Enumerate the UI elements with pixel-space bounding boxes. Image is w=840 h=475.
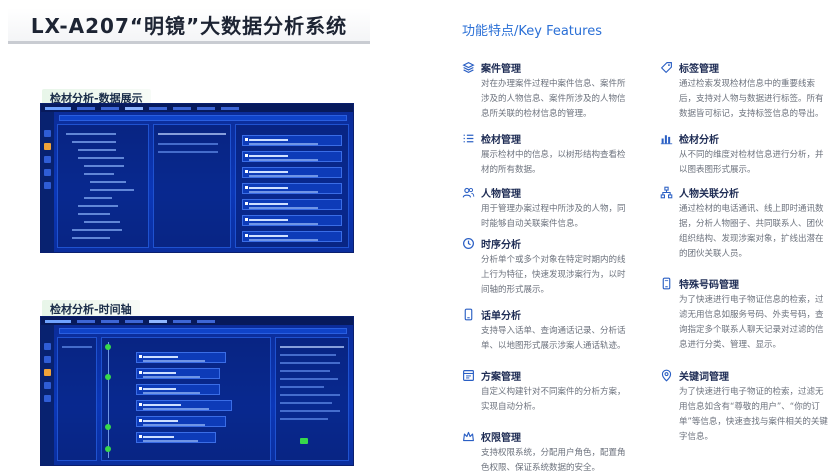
app-tab	[125, 106, 143, 110]
sidebar-icon	[44, 382, 51, 389]
feature-tag-management: 标签管理 通过检索发现检材信息中的重要线索后，支持对人物与数据进行标签。所有数据…	[660, 60, 828, 122]
feature-case-management: 案件管理 对在办理案件过程中案件信息、案件所涉及的人物信息、案件所涉及的人物信息…	[462, 60, 630, 122]
special-number-icon	[660, 277, 673, 290]
feature-timeline-analysis: 时序分析 分析单个或多个对象在特定时期内的线上行为特征，快速发现涉案行为，以时间…	[462, 236, 630, 298]
sidebar-icon	[44, 130, 51, 137]
clock-icon	[462, 237, 475, 250]
list-panel	[57, 337, 97, 461]
detail-panel	[275, 337, 349, 461]
app-sidebar	[41, 112, 54, 252]
tree-panel	[57, 124, 149, 248]
feature-name: 关键词管理	[679, 371, 729, 383]
feature-desc: 为了快速进行电子物证信息的检索，过滤无用信息如服务号码、外卖号码，查询指定多个联…	[679, 295, 824, 350]
app-tab	[173, 319, 191, 323]
app-tab	[101, 106, 119, 110]
feature-name: 方案管理	[481, 371, 521, 383]
app-path-bar	[59, 328, 347, 334]
sidebar-icon	[44, 169, 51, 176]
sidebar-icon	[44, 369, 51, 376]
app-sidebar	[41, 325, 54, 465]
timeline-panel	[101, 337, 271, 461]
app-tab	[221, 106, 239, 110]
app-path-bar	[59, 115, 347, 121]
feature-desc: 为了快速进行电子物证的检索，过滤无用信息如含有“尊敬的用户”、“你的订单”等信息…	[679, 387, 828, 442]
feature-name: 权限管理	[481, 432, 521, 444]
feature-desc: 对在办理案件过程中案件信息、案件所涉及的人物信息、案件所涉及的人物信息所关联的检…	[481, 79, 626, 119]
phone-icon	[462, 308, 475, 321]
feature-relation-analysis: 人物关联分析 通过检材的电话通讯、线上即时通讯数据，分析人物圈子、共同联系人、团…	[660, 185, 828, 262]
plan-icon	[462, 369, 475, 382]
screenshot-timeline	[40, 316, 354, 466]
feature-name: 特殊号码管理	[679, 279, 739, 291]
feature-desc: 支持权限系统，分配用户角色，配置角色权限、保证系统数据的安全。	[481, 448, 626, 473]
detail-panel	[235, 124, 349, 248]
feature-desc: 支持导入话单、查询通话记录、分析话单、以地图形式展示涉案人通话轨迹。	[481, 326, 626, 351]
layers-icon	[462, 61, 475, 74]
app-tab	[125, 319, 143, 323]
app-topbar	[41, 104, 353, 112]
feature-desc: 自定义构建针对不同案件的分析方案，实现自动分析。	[481, 387, 626, 412]
feature-name: 话单分析	[481, 310, 521, 322]
feature-name: 案件管理	[481, 63, 521, 75]
table-panel	[153, 124, 231, 248]
page-title: LX-A207“明镜”大数据分析系统	[30, 14, 348, 38]
app-tab	[149, 319, 167, 323]
app-tab	[101, 319, 119, 323]
app-tab	[197, 319, 215, 323]
feature-keyword-management: 关键词管理 为了快速进行电子物证的检索，过滤无用信息如含有“尊敬的用户”、“你的…	[660, 368, 828, 445]
sidebar-icon	[44, 343, 51, 350]
feature-desc: 从不同的维度对检材信息进行分析，并以图表图形式展示。	[679, 150, 824, 175]
network-icon	[660, 186, 673, 199]
app-tab	[197, 106, 215, 110]
feature-name: 人物关联分析	[679, 188, 739, 200]
sidebar-icon	[44, 143, 51, 150]
feature-special-number-management: 特殊号码管理 为了快速进行电子物证信息的检索，过滤无用信息如服务号码、外卖号码，…	[660, 276, 828, 353]
app-tab	[149, 106, 167, 110]
feature-name: 检材分析	[679, 134, 719, 146]
feature-desc: 用于管理办案过程中所涉及的人物，同时能够自动关联案件信息。	[481, 204, 626, 229]
feature-name: 检材管理	[481, 134, 521, 146]
sidebar-icon	[44, 356, 51, 363]
feature-material-management: 检材管理 展示检材中的信息，以树形结构查看检材的所有数据。	[462, 131, 630, 178]
list-icon	[462, 132, 475, 145]
feature-name: 标签管理	[679, 63, 719, 75]
screenshot-data-display	[40, 103, 354, 253]
feature-call-record-analysis: 话单分析 支持导入话单、查询通话记录、分析话单、以地图形式展示涉案人通话轨迹。	[462, 307, 630, 354]
feature-desc: 分析单个或多个对象在特定时期内的线上行为特征，快速发现涉案行为，以时间轴的形式展…	[481, 255, 626, 295]
feature-desc: 展示检材中的信息，以树形结构查看检材的所有数据。	[481, 150, 626, 175]
app-logo	[45, 319, 71, 323]
feature-name: 时序分析	[481, 239, 521, 251]
bar-chart-icon	[660, 132, 673, 145]
keyword-icon	[660, 369, 673, 382]
features-title: 功能特点/Key Features	[462, 24, 602, 39]
sidebar-icon	[44, 395, 51, 402]
feature-person-management: 人物管理 用于管理办案过程中所涉及的人物，同时能够自动关联案件信息。	[462, 185, 630, 232]
feature-desc: 通过检材的电话通讯、线上即时通讯数据，分析人物圈子、共同联系人、团伙组织结构、发…	[679, 204, 824, 259]
feature-permission-management: 权限管理 支持权限系统，分配用户角色，配置角色权限、保证系统数据的安全。	[462, 429, 630, 475]
app-tab	[173, 106, 191, 110]
feature-plan-management: 方案管理 自定义构建针对不同案件的分析方案，实现自动分析。	[462, 368, 630, 415]
people-icon	[462, 186, 475, 199]
tag-icon	[660, 61, 673, 74]
sidebar-icon	[44, 156, 51, 163]
app-topbar	[41, 317, 353, 325]
app-logo	[45, 106, 71, 110]
feature-name: 人物管理	[481, 188, 521, 200]
feature-material-analysis: 检材分析 从不同的维度对检材信息进行分析，并以图表图形式展示。	[660, 131, 828, 178]
app-tab	[77, 319, 95, 323]
title-box: LX-A207“明镜”大数据分析系统	[8, 8, 370, 44]
permission-icon	[462, 430, 475, 443]
app-tab	[77, 106, 95, 110]
sidebar-icon	[44, 182, 51, 189]
feature-desc: 通过检索发现检材信息中的重要线索后，支持对人物与数据进行标签。所有数据皆可标记，…	[679, 79, 824, 119]
